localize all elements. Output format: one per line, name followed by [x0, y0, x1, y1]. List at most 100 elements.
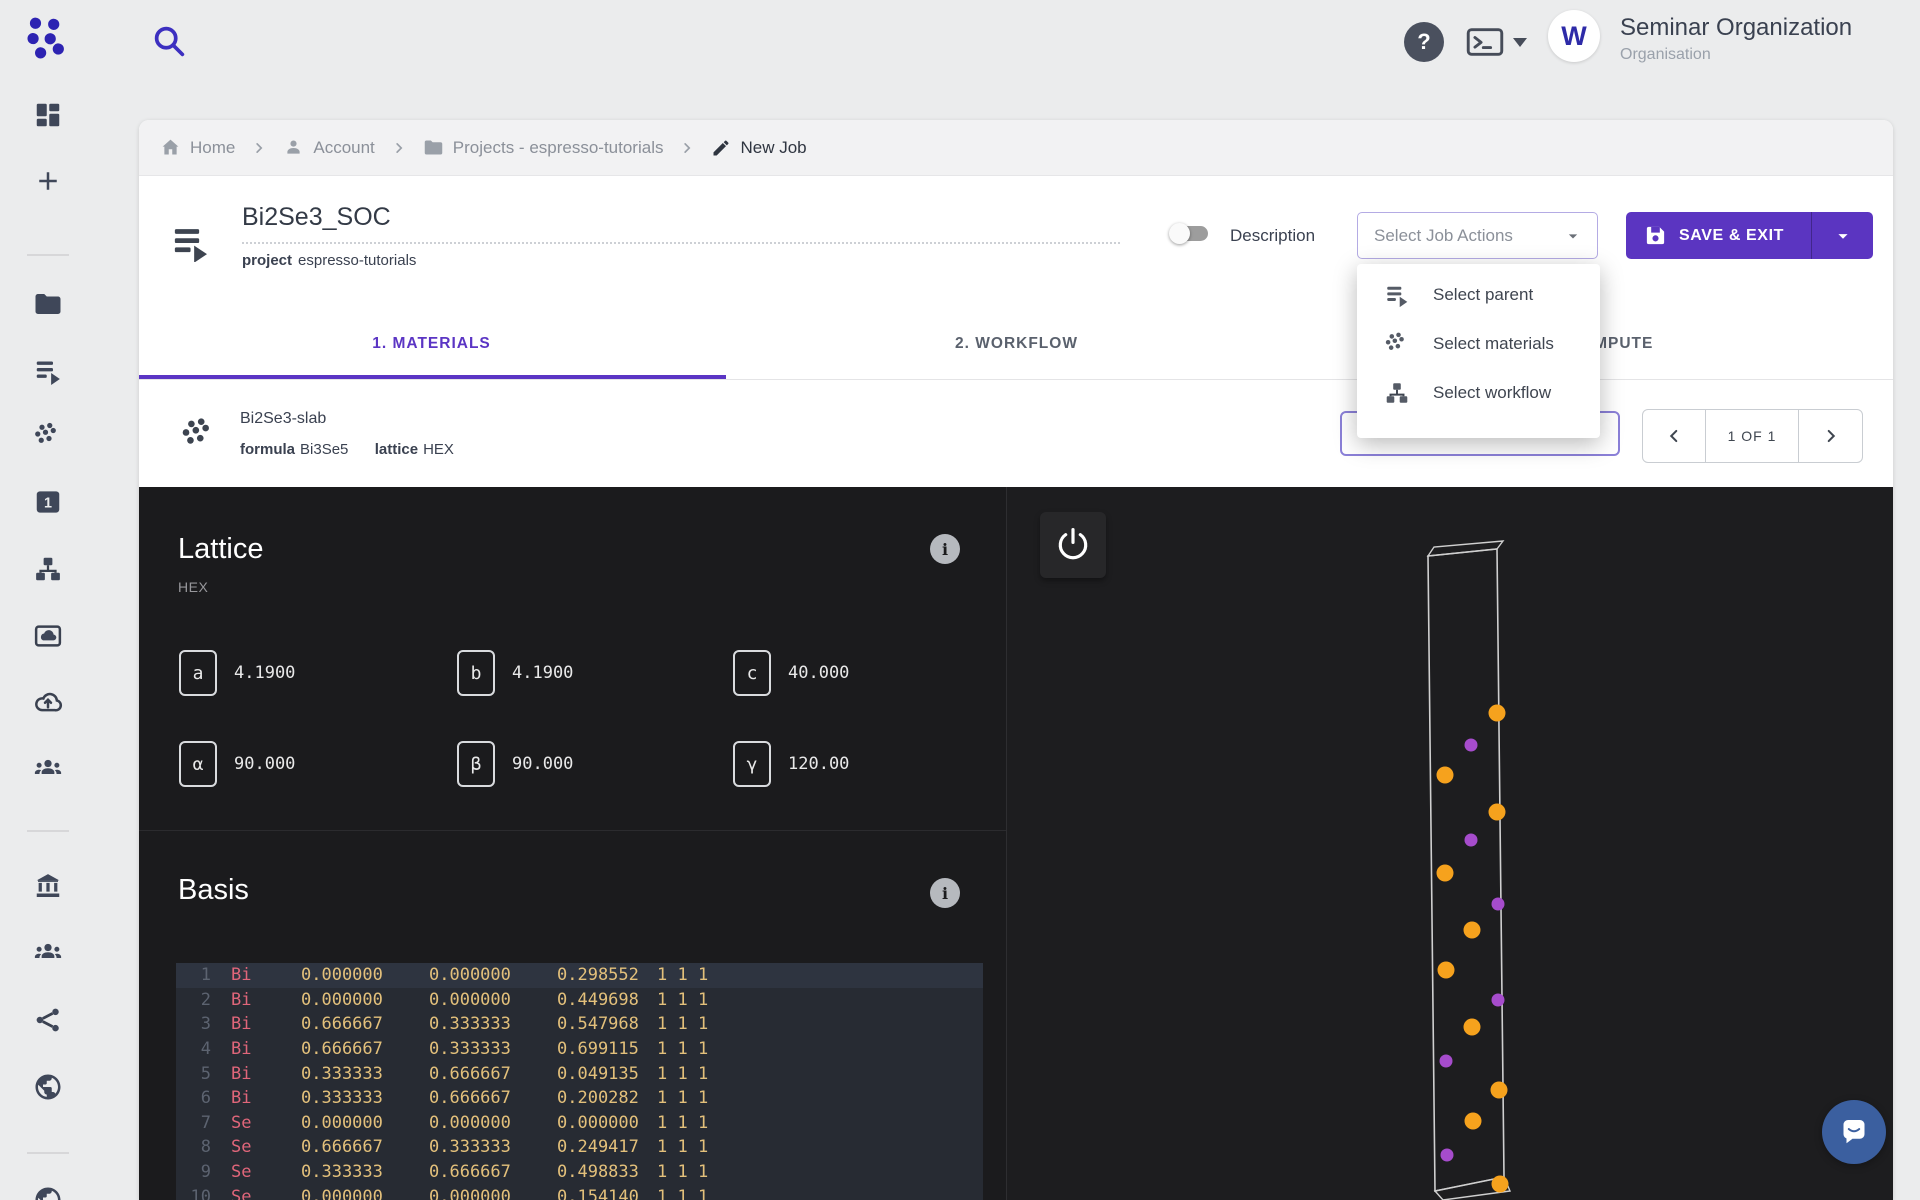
search-icon[interactable]: [150, 22, 187, 59]
field-value[interactable]: 90.000: [234, 741, 295, 787]
basis-cell-fl: 1 1 1: [657, 1014, 708, 1034]
atom-Bi[interactable]: [1441, 1149, 1454, 1162]
lattice-info-icon[interactable]: i: [930, 534, 960, 564]
basis-info-icon[interactable]: i: [930, 878, 960, 908]
lattice-field-beta[interactable]: β 90.000: [457, 741, 573, 787]
atom-Bi[interactable]: [1465, 739, 1478, 752]
basis-row[interactable]: 4Bi0.6666670.3333330.6991151 1 1: [176, 1037, 983, 1062]
basis-row[interactable]: 9Se0.3333330.6666670.4988331 1 1: [176, 1160, 983, 1185]
lattice-field-alpha[interactable]: α 90.000: [179, 741, 295, 787]
lattice-field-gamma[interactable]: γ 120.00: [733, 741, 849, 787]
sidebar-item-cloud-upload[interactable]: [33, 687, 63, 717]
field-value[interactable]: 4.1900: [512, 650, 573, 696]
sidebar-item-add-new[interactable]: [33, 166, 63, 196]
tab-materials[interactable]: 1. MATERIALS: [139, 308, 724, 379]
sidebar-item-share[interactable]: [33, 1005, 63, 1035]
sidebar-item-projects[interactable]: [33, 289, 63, 319]
select-materials-icon: [1384, 331, 1410, 357]
sidebar-item-team[interactable]: [33, 754, 63, 784]
tab-workflow[interactable]: 2. WORKFLOW: [724, 308, 1309, 379]
job-title[interactable]: Bi2Se3_SOC: [242, 203, 391, 232]
basis-editor[interactable]: 1Bi0.0000000.0000000.2985521 1 12Bi0.000…: [176, 963, 983, 1200]
chevron-right-icon: [390, 139, 408, 157]
org-subtitle: Organisation: [1620, 46, 1711, 64]
viewer-power-button[interactable]: [1040, 512, 1106, 578]
org-name[interactable]: Seminar Organization: [1620, 14, 1852, 42]
atom-Bi[interactable]: [1465, 834, 1478, 847]
lattice-field-a[interactable]: a 4.1900: [179, 650, 295, 696]
basis-row[interactable]: 3Bi0.6666670.3333330.5479681 1 1: [176, 1012, 983, 1037]
basis-row[interactable]: 6Bi0.3333330.6666670.2002821 1 1: [176, 1086, 983, 1111]
breadcrumb-account[interactable]: Account: [283, 137, 374, 158]
atom-Se[interactable]: [1464, 922, 1481, 939]
structure-viewer[interactable]: [1006, 487, 1893, 1200]
menu-item-select-materials[interactable]: Select materials: [1357, 319, 1600, 368]
sidebar-item-bank-card[interactable]: [33, 487, 63, 517]
atom-Bi[interactable]: [1440, 1055, 1453, 1068]
menu-item-select-workflow[interactable]: Select workflow: [1357, 368, 1600, 417]
job-actions-select[interactable]: Select Job Actions: [1357, 212, 1598, 259]
menu-item-select-parent[interactable]: Select parent: [1357, 270, 1600, 319]
atom-Se[interactable]: [1491, 1082, 1508, 1099]
basis-row[interactable]: 5Bi0.3333330.6666670.0491351 1 1: [176, 1061, 983, 1086]
sidebar-item-jobs[interactable]: [33, 356, 63, 386]
basis-row[interactable]: 2Bi0.0000000.0000000.4496981 1 1: [176, 988, 983, 1013]
sidebar-item-workflows[interactable]: [33, 554, 63, 584]
field-value[interactable]: 40.000: [788, 650, 849, 696]
save-exit-button[interactable]: SAVE & EXIT: [1626, 212, 1811, 259]
basis-row[interactable]: 10Se0.0000000.0000000.1541401 1 1: [176, 1184, 983, 1200]
atom-Bi[interactable]: [1492, 898, 1505, 911]
sidebar-item-organization[interactable]: [33, 871, 63, 901]
basis-cell-vy: 0.666667: [429, 1088, 557, 1108]
lattice-value: HEX: [423, 441, 454, 458]
breadcrumb-project[interactable]: Projects - espresso-tutorials: [423, 137, 664, 158]
help-icon[interactable]: ?: [1404, 22, 1444, 62]
field-value[interactable]: 120.00: [788, 741, 849, 787]
atom-Se[interactable]: [1438, 962, 1455, 979]
breadcrumb-label: Account: [313, 138, 374, 158]
basis-cell-fl: 1 1 1: [657, 1088, 708, 1108]
chat-launcher[interactable]: [1822, 1100, 1886, 1164]
sidebar-divider: [27, 1152, 69, 1154]
basis-cell-vy: 0.333333: [429, 1137, 557, 1157]
next-page-button[interactable]: [1799, 410, 1862, 462]
basis-cell-vz: 0.498833: [557, 1162, 657, 1182]
lattice-field-c[interactable]: c 40.000: [733, 650, 849, 696]
basis-cell-vy: 0.333333: [429, 1039, 557, 1059]
basis-cell-vz: 0.449698: [557, 990, 657, 1010]
atom-Se[interactable]: [1437, 865, 1454, 882]
breadcrumb-home[interactable]: Home: [160, 137, 235, 158]
save-dropdown-button[interactable]: [1811, 212, 1873, 259]
field-value[interactable]: 90.000: [512, 741, 573, 787]
lattice-label: lattice: [375, 441, 418, 458]
lattice-field-b[interactable]: b 4.1900: [457, 650, 573, 696]
sidebar-item-org-team[interactable]: [33, 938, 63, 968]
basis-row[interactable]: 7Se0.0000000.0000000.0000001 1 1: [176, 1111, 983, 1136]
atom-Se[interactable]: [1489, 804, 1506, 821]
basis-cell-num: 10: [186, 1187, 211, 1200]
breadcrumb-new-job[interactable]: New Job: [711, 138, 806, 158]
basis-cell-vx: 0.666667: [301, 1137, 429, 1157]
sidebar-item-web[interactable]: [33, 1072, 63, 1102]
atom-Se[interactable]: [1465, 1113, 1482, 1130]
atom-Bi[interactable]: [1492, 994, 1505, 1007]
basis-row[interactable]: 1Bi0.0000000.0000000.2985521 1 1: [176, 963, 983, 988]
active-tab-indicator: [139, 375, 726, 379]
console-menu-button[interactable]: [1466, 26, 1528, 58]
atom-Se[interactable]: [1464, 1019, 1481, 1036]
atom-Se[interactable]: [1492, 1176, 1509, 1193]
prev-page-button[interactable]: [1643, 410, 1705, 462]
basis-cell-vy: 0.000000: [429, 990, 557, 1010]
material-name[interactable]: Bi2Se3-slab: [240, 410, 326, 428]
atom-Se[interactable]: [1437, 767, 1454, 784]
description-toggle[interactable]: [1172, 226, 1208, 241]
app-logo[interactable]: [26, 14, 70, 60]
field-value[interactable]: 4.1900: [234, 650, 295, 696]
sidebar-item-media[interactable]: [33, 621, 63, 651]
basis-row[interactable]: 8Se0.6666670.3333330.2494171 1 1: [176, 1135, 983, 1160]
atom-Se[interactable]: [1489, 705, 1506, 722]
avatar[interactable]: W: [1548, 10, 1600, 62]
sidebar-item-globe[interactable]: [33, 1185, 63, 1200]
sidebar-item-dashboard[interactable]: [33, 100, 63, 130]
sidebar-item-materials[interactable]: [33, 421, 63, 451]
